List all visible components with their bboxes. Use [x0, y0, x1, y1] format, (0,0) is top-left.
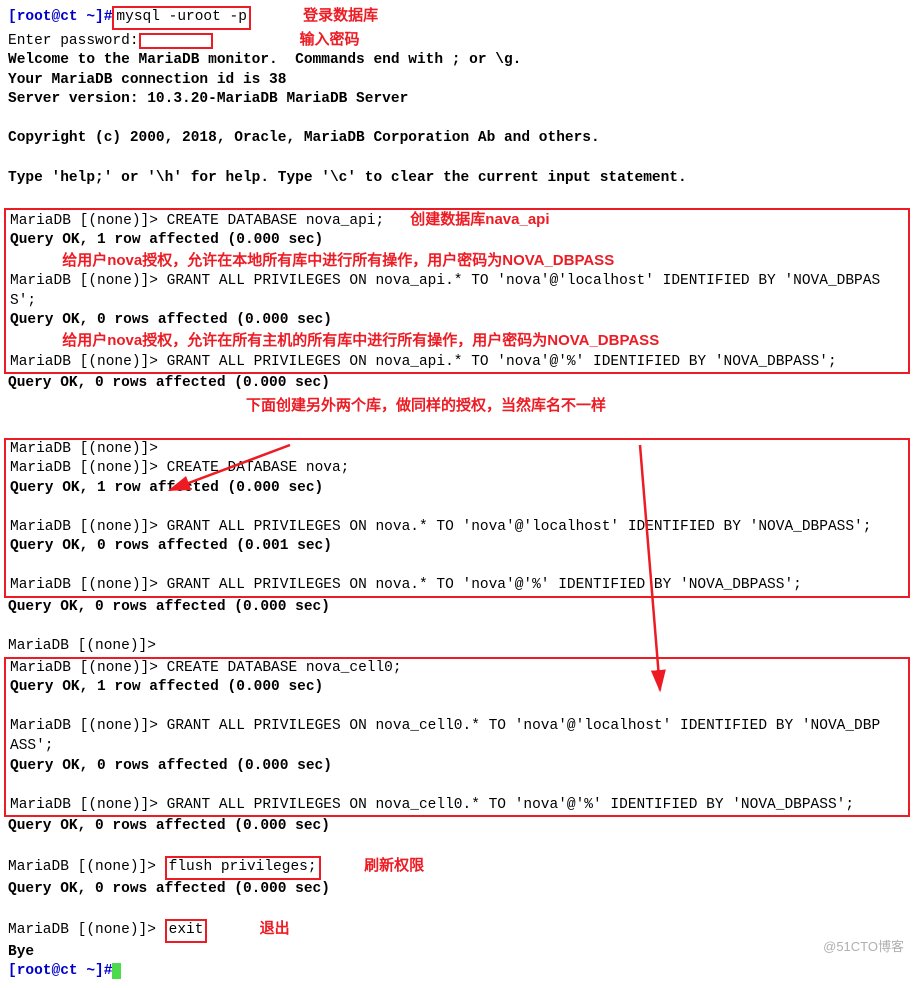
nova-block: MariaDB [(none)]> MariaDB [(none)]> CREA… — [4, 438, 910, 599]
ann-grant-local: 给用户nova授权，允许在本地所有库中进行所有操作，用户密码为NOVA_DBPA… — [62, 252, 614, 269]
mariadb-prompt: MariaDB [(none)]> — [10, 660, 158, 676]
cursor[interactable] — [112, 963, 121, 979]
mariadb-prompt: MariaDB [(none)]> — [8, 922, 156, 938]
cmd-mysql-box: mysql -uroot -p — [112, 6, 251, 30]
grant-nova-all-line: MariaDB [(none)]> GRANT ALL PRIVILEGES O… — [10, 576, 904, 596]
exit-box: exit — [165, 919, 208, 943]
flush-line: MariaDB [(none)]> flush privileges; 刷新权限 — [8, 856, 910, 880]
welcome-line-2: Your MariaDB connection id is 38 — [8, 71, 910, 91]
nova-cell0-block: MariaDB [(none)]> CREATE DATABASE nova_c… — [4, 657, 910, 818]
empty-prompt-line: MariaDB [(none)]> — [10, 440, 904, 460]
cmd-grant-nova-local[interactable]: GRANT ALL PRIVILEGES ON nova.* TO 'nova'… — [167, 519, 872, 535]
blank-10 — [8, 837, 910, 857]
ok-api-local: Query OK, 0 rows affected (0.000 sec) — [10, 311, 904, 331]
cmd-grant-cell-local[interactable]: GRANT ALL PRIVILEGES ON nova_cell0.* TO … — [167, 718, 881, 734]
watermark: @51CTO博客 — [823, 938, 904, 956]
grant-nova-local-line: MariaDB [(none)]> GRANT ALL PRIVILEGES O… — [10, 518, 904, 538]
blank-5 — [10, 498, 904, 518]
ok-nova-local: Query OK, 0 rows affected (0.001 sec) — [10, 537, 904, 557]
grant-api-local-line-2: S'; — [10, 292, 904, 312]
ok-cell-local: Query OK, 0 rows affected (0.000 sec) — [10, 757, 904, 777]
ann-flush: 刷新权限 — [364, 857, 424, 874]
ok-nova: Query OK, 1 row affected (0.000 sec) — [10, 479, 904, 499]
shell-prompt-final: [root@ct ~]# — [8, 963, 112, 979]
mariadb-prompt: MariaDB [(none)]> — [10, 797, 158, 813]
blank-11 — [8, 899, 910, 919]
mariadb-prompt: MariaDB [(none)]> — [10, 213, 158, 229]
ann-grant-local-line: 给用户nova授权，允许在本地所有库中进行所有操作，用户密码为NOVA_DBPA… — [10, 251, 904, 273]
grant-cell-local-1: MariaDB [(none)]> GRANT ALL PRIVILEGES O… — [10, 717, 904, 737]
grant-cell-all-line: MariaDB [(none)]> GRANT ALL PRIVILEGES O… — [10, 796, 904, 816]
password-field-box[interactable] — [139, 33, 213, 49]
ann-login-db: 登录数据库 — [303, 7, 378, 24]
center-annotation: 下面创建另外两个库，做同样的授权，当然库名不一样 — [8, 396, 910, 416]
cmd-create-cell[interactable]: CREATE DATABASE nova_cell0; — [167, 660, 402, 676]
mariadb-prompt: MariaDB [(none)]> — [10, 273, 158, 289]
enter-password-line: Enter password: 输入密码 — [8, 30, 910, 52]
cmd-grant-nova-all[interactable]: GRANT ALL PRIVILEGES ON nova.* TO 'nova'… — [167, 577, 802, 593]
shell-prompt: [root@ct ~]# — [8, 9, 112, 25]
cmd-mysql[interactable]: mysql -uroot -p — [116, 9, 247, 25]
exit-line: MariaDB [(none)]> exit 退出 — [8, 919, 910, 943]
blank-7 — [8, 618, 910, 638]
mariadb-prompt: MariaDB [(none)]> — [10, 460, 158, 476]
ok-cell-all: Query OK, 0 rows affected (0.000 sec) — [8, 817, 910, 837]
create-nova-line: MariaDB [(none)]> CREATE DATABASE nova; — [10, 459, 904, 479]
enter-password-label: Enter password: — [8, 33, 139, 49]
blank-4 — [8, 418, 910, 438]
copyright-line: Copyright (c) 2000, 2018, Oracle, MariaD… — [8, 129, 910, 149]
welcome-line-1: Welcome to the MariaDB monitor. Commands… — [8, 51, 910, 71]
cmd-grant-cell-all[interactable]: GRANT ALL PRIVILEGES ON nova_cell0.* TO … — [167, 797, 854, 813]
ann-exit: 退出 — [260, 920, 290, 937]
mariadb-prompt: MariaDB [(none)]> — [8, 638, 156, 654]
ok-api-all: Query OK, 0 rows affected (0.000 sec) — [8, 374, 910, 394]
ok-api-line: Query OK, 1 row affected (0.000 sec) — [10, 231, 904, 251]
cmd-grant-api-all[interactable]: GRANT ALL PRIVILEGES ON nova_api.* TO 'n… — [167, 354, 837, 370]
welcome-line-3: Server version: 10.3.20-MariaDB MariaDB … — [8, 90, 910, 110]
final-prompt-line: [root@ct ~]# — [8, 962, 910, 982]
cmd-create-nova[interactable]: CREATE DATABASE nova; — [167, 460, 350, 476]
blank-9 — [10, 776, 904, 796]
grant-api-all-line: MariaDB [(none)]> GRANT ALL PRIVILEGES O… — [10, 353, 904, 373]
cmd-flush[interactable]: flush privileges; — [169, 859, 317, 875]
ann-enter-pw: 输入密码 — [300, 31, 360, 48]
prompt-line-1: [root@ct ~]#mysql -uroot -p 登录数据库 — [8, 6, 910, 30]
grant-api-local-line: MariaDB [(none)]> GRANT ALL PRIVILEGES O… — [10, 272, 904, 292]
ok-flush: Query OK, 0 rows affected (0.000 sec) — [8, 880, 910, 900]
ann-create-api: 创建数据库nava_api — [410, 211, 549, 228]
mariadb-prompt: MariaDB [(none)]> — [8, 859, 156, 875]
create-api-line: MariaDB [(none)]> CREATE DATABASE nova_a… — [10, 210, 904, 232]
cmd-grant-api-local-1[interactable]: GRANT ALL PRIVILEGES ON nova_api.* TO 'n… — [167, 273, 881, 289]
help-line: Type 'help;' or '\h' for help. Type '\c'… — [8, 169, 910, 189]
blank-3 — [8, 188, 910, 208]
nova-api-block: MariaDB [(none)]> CREATE DATABASE nova_a… — [4, 208, 910, 375]
ann-grant-all-line: 给用户nova授权，允许在所有主机的所有库中进行所有操作，用户密码为NOVA_D… — [10, 331, 904, 353]
blank-8 — [10, 698, 904, 718]
blank-1 — [8, 110, 910, 130]
empty-prompt-line-2: MariaDB [(none)]> — [8, 637, 910, 657]
mariadb-prompt: MariaDB [(none)]> — [10, 718, 158, 734]
create-cell-line: MariaDB [(none)]> CREATE DATABASE nova_c… — [10, 659, 904, 679]
ann-grant-all: 给用户nova授权，允许在所有主机的所有库中进行所有操作，用户密码为NOVA_D… — [62, 332, 659, 349]
ok-nova-all: Query OK, 0 rows affected (0.000 sec) — [8, 598, 910, 618]
grant-cell-local-2: ASS'; — [10, 737, 904, 757]
bye-line: Bye — [8, 943, 910, 963]
blank-2 — [8, 149, 910, 169]
flush-box: flush privileges; — [165, 856, 321, 880]
blank-6 — [10, 557, 904, 577]
ok-cell: Query OK, 1 row affected (0.000 sec) — [10, 678, 904, 698]
mariadb-prompt: MariaDB [(none)]> — [10, 441, 158, 457]
mariadb-prompt: MariaDB [(none)]> — [10, 354, 158, 370]
mariadb-prompt: MariaDB [(none)]> — [10, 519, 158, 535]
cmd-create-nova-api[interactable]: CREATE DATABASE nova_api; — [167, 213, 385, 229]
mariadb-prompt: MariaDB [(none)]> — [10, 577, 158, 593]
cmd-exit[interactable]: exit — [169, 922, 204, 938]
